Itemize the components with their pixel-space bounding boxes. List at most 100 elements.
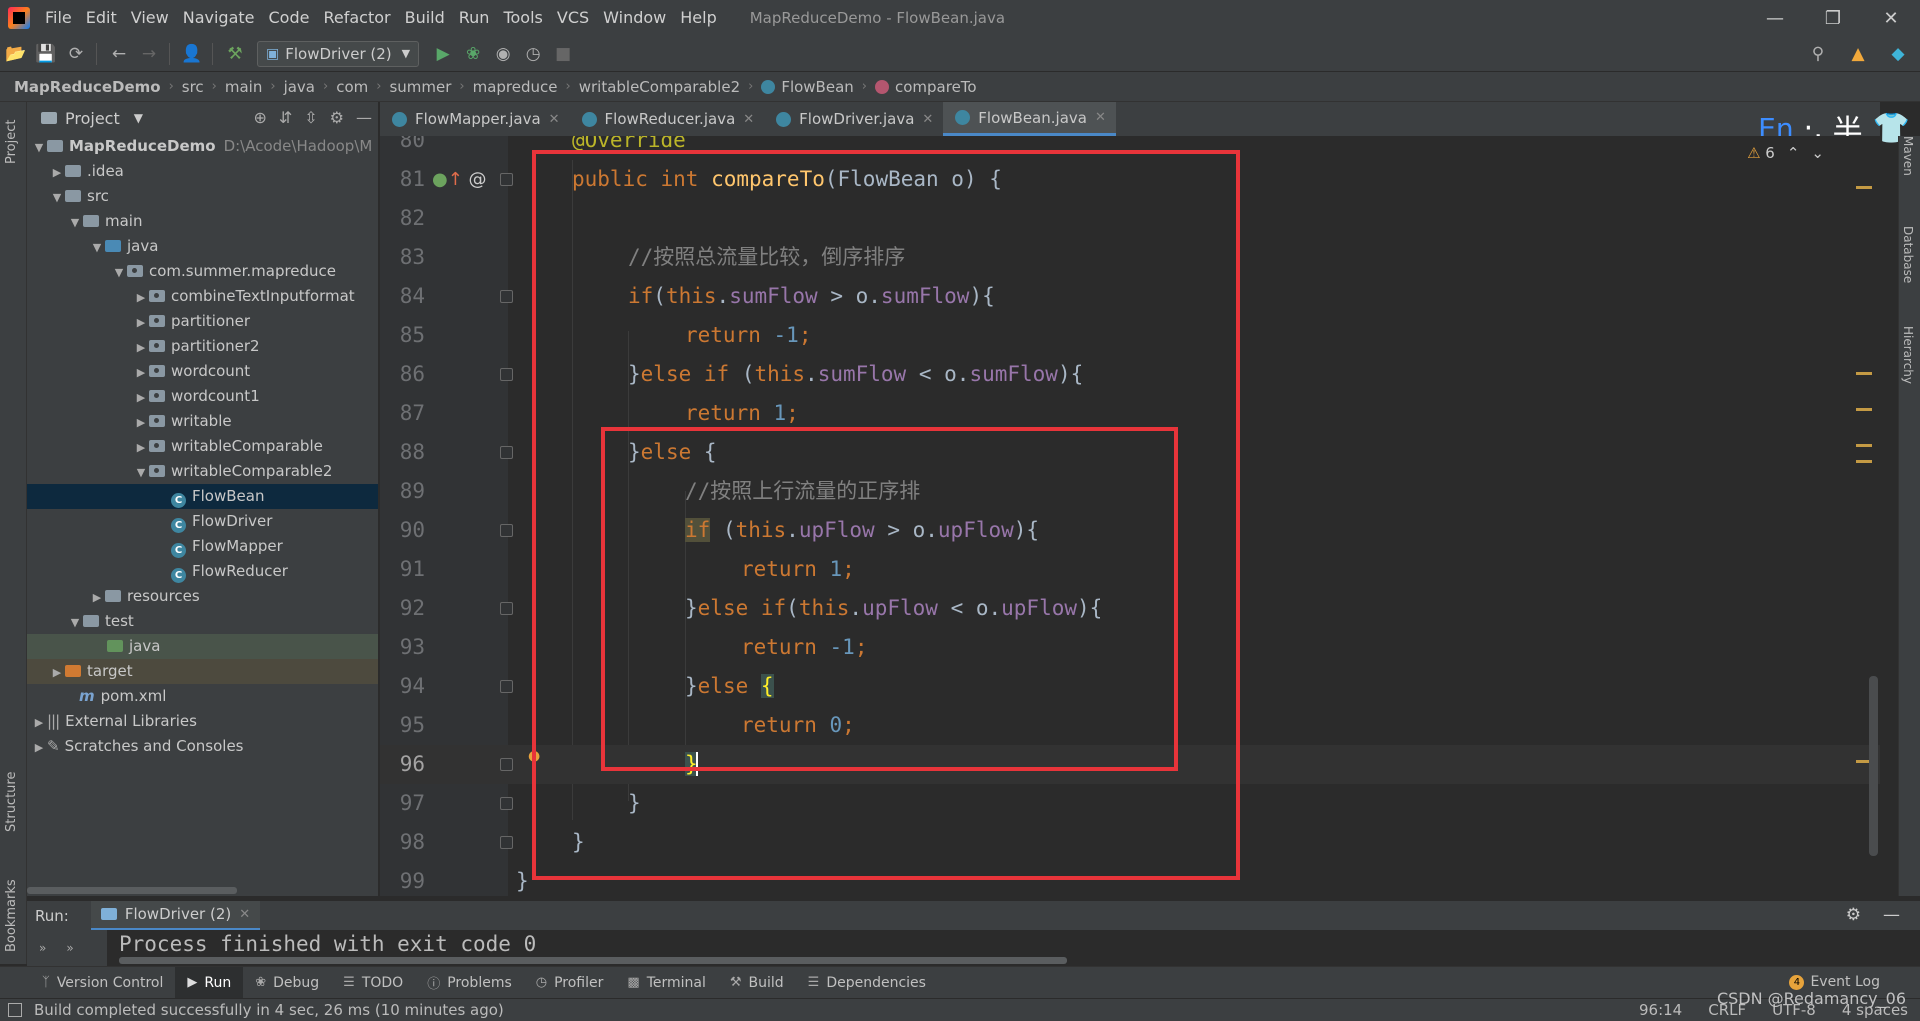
tree-item-package[interactable]: ▶ partitioner (27, 309, 378, 334)
save-icon[interactable]: 💾 (32, 40, 60, 68)
tool-debug[interactable]: ❀ Debug (243, 967, 331, 999)
breadcrumb-src[interactable]: src (182, 78, 204, 96)
tree-item-class[interactable]: C FlowReducer (27, 559, 378, 584)
tree-item-class[interactable]: C FlowBean (27, 484, 378, 509)
database-tool-tab[interactable]: Database (1901, 226, 1915, 283)
tree-item-package[interactable]: ▶ wordcount (27, 359, 378, 384)
tree-item-test[interactable]: ▼ test (27, 609, 378, 634)
tool-profiler[interactable]: ◷ Profiler (524, 967, 616, 999)
inspection-widget[interactable]: ⚠ 6 ⌃ ⌄ (1747, 144, 1824, 162)
fold-toggle[interactable] (500, 758, 513, 771)
tree-item-class[interactable]: C FlowDriver (27, 509, 378, 534)
vertical-scrollbar[interactable] (1869, 676, 1878, 856)
fold-toggle[interactable] (500, 368, 513, 381)
tree-item-main[interactable]: ▼ main (27, 209, 378, 234)
project-panel-header[interactable]: Project ▼ ⊕ ⇵ ⇳ ⚙ — (27, 102, 378, 134)
chevron-down-icon[interactable]: ▼ (134, 111, 143, 125)
breadcrumb-method[interactable]: compareTo (895, 78, 977, 96)
locate-icon[interactable]: ⊕ (253, 108, 266, 127)
maven-tool-tab[interactable]: Maven (1901, 136, 1915, 176)
window-layout-icon[interactable] (8, 1003, 22, 1017)
close-icon[interactable]: ✕ (239, 907, 250, 922)
tool-terminal[interactable]: ▩ Terminal (615, 967, 717, 999)
menu-refactor[interactable]: Refactor (316, 0, 397, 36)
scroll-marker[interactable] (1856, 408, 1872, 411)
hierarchy-tool-tab[interactable]: Hierarchy (1901, 326, 1915, 384)
scroll-marker[interactable] (1856, 372, 1872, 375)
tree-item-resources[interactable]: ▶ resources (27, 584, 378, 609)
run-console[interactable]: » » Process finished with exit code 0 (27, 930, 1920, 966)
console-scrollbar[interactable] (119, 957, 1067, 964)
tree-item-java[interactable]: ▼ java (27, 234, 378, 259)
user-icon[interactable]: 👤 (178, 40, 206, 68)
forward-arrow-icon[interactable]: → (135, 40, 163, 68)
menu-tools[interactable]: Tools (496, 0, 549, 36)
project-tool-tab[interactable]: Project (4, 120, 19, 164)
menu-file[interactable]: File (38, 0, 79, 36)
debug-icon[interactable]: ❀ (459, 40, 487, 68)
tool-todo[interactable]: ☰ TODO (331, 967, 415, 999)
menu-edit[interactable]: Edit (79, 0, 124, 36)
build-hammer-icon[interactable]: ⚒ (221, 40, 249, 68)
close-icon[interactable]: ✕ (549, 112, 560, 127)
tree-item-package[interactable]: ▶ writableComparable (27, 434, 378, 459)
menu-view[interactable]: View (124, 0, 176, 36)
breadcrumb-summer[interactable]: summer (389, 78, 451, 96)
tree-item-libraries[interactable]: ▶ ||| External Libraries (27, 709, 378, 734)
fold-toggle[interactable] (500, 797, 513, 810)
close-icon[interactable]: ✕ (922, 112, 933, 127)
fold-toggle[interactable] (500, 680, 513, 693)
scroll-marker[interactable] (1856, 444, 1872, 447)
fold-toggle[interactable] (500, 446, 513, 459)
override-marker-icon[interactable]: ●↑ @ (432, 160, 487, 199)
menu-navigate[interactable]: Navigate (176, 0, 262, 36)
menu-code[interactable]: Code (262, 0, 317, 36)
tree-item-src[interactable]: ▼ src (27, 184, 378, 209)
tree-item-target[interactable]: ▶ target (27, 659, 378, 684)
menu-run[interactable]: Run (452, 0, 497, 36)
back-arrow-icon[interactable]: ← (105, 40, 133, 68)
breadcrumb-main[interactable]: main (225, 78, 262, 96)
tree-item-package[interactable]: ▶ combineTextInputformat (27, 284, 378, 309)
sync-icon[interactable]: ⟳ (62, 40, 90, 68)
bookmarks-tool-tab[interactable]: Bookmarks (4, 879, 19, 952)
tool-dependencies[interactable]: ☰ Dependencies (796, 967, 938, 999)
menu-build[interactable]: Build (398, 0, 452, 36)
menu-help[interactable]: Help (673, 0, 723, 36)
close-icon[interactable]: ✕ (1095, 110, 1106, 125)
tree-item-test-java[interactable]: java (27, 634, 378, 659)
run-icon[interactable]: ▶ (429, 40, 457, 68)
scroll-marker[interactable] (1856, 460, 1872, 463)
restore-icon[interactable]: ❐ (1804, 0, 1862, 36)
run-config-select[interactable]: ▣ FlowDriver (2) ▼ (257, 40, 420, 67)
jetbrains-toolbox-icon[interactable]: ◆ (1884, 40, 1912, 68)
tree-item-package[interactable]: ▶ wordcount1 (27, 384, 378, 409)
collapse-all-icon[interactable]: ⇳ (304, 108, 317, 127)
tree-item-idea[interactable]: ▶ .idea (27, 159, 378, 184)
hide-icon[interactable]: — (1883, 905, 1900, 925)
scroll-marker[interactable] (1856, 186, 1872, 189)
tool-build[interactable]: ⚒ Build (718, 967, 796, 999)
close-icon[interactable]: ✕ (1862, 0, 1920, 36)
horizontal-scrollbar[interactable] (27, 887, 237, 894)
fold-toggle[interactable] (500, 173, 513, 186)
caret-position[interactable]: 96:14 (1639, 999, 1682, 1021)
chevron-down-icon[interactable]: ⌄ (1811, 144, 1824, 162)
search-icon[interactable]: ⚲ (1804, 40, 1832, 68)
tree-item-class[interactable]: C FlowMapper (27, 534, 378, 559)
breadcrumb-java[interactable]: java (284, 78, 315, 96)
tree-item-package[interactable]: ▼ com.summer.mapreduce (27, 259, 378, 284)
stop-icon[interactable]: ■ (549, 40, 577, 68)
tree-item-pom[interactable]: m pom.xml (27, 684, 378, 709)
code-editor[interactable]: 80 @Override 81 ●↑ @ public int compareT… (380, 136, 1880, 896)
expand-all-icon[interactable]: ⇵ (279, 108, 292, 127)
expand-icon[interactable]: » (66, 941, 73, 955)
tree-item-package[interactable]: ▶ writable (27, 409, 378, 434)
close-icon[interactable]: ✕ (743, 112, 754, 127)
tool-version-control[interactable]: ᛉ Version Control (30, 967, 175, 999)
tree-item-package[interactable]: ▼ writableComparable2 (27, 459, 378, 484)
menu-vcs[interactable]: VCS (550, 0, 596, 36)
breadcrumb-com[interactable]: com (336, 78, 368, 96)
tab-flowreducer[interactable]: FlowReducer.java ✕ (570, 102, 765, 136)
tree-item-package[interactable]: ▶ partitioner2 (27, 334, 378, 359)
